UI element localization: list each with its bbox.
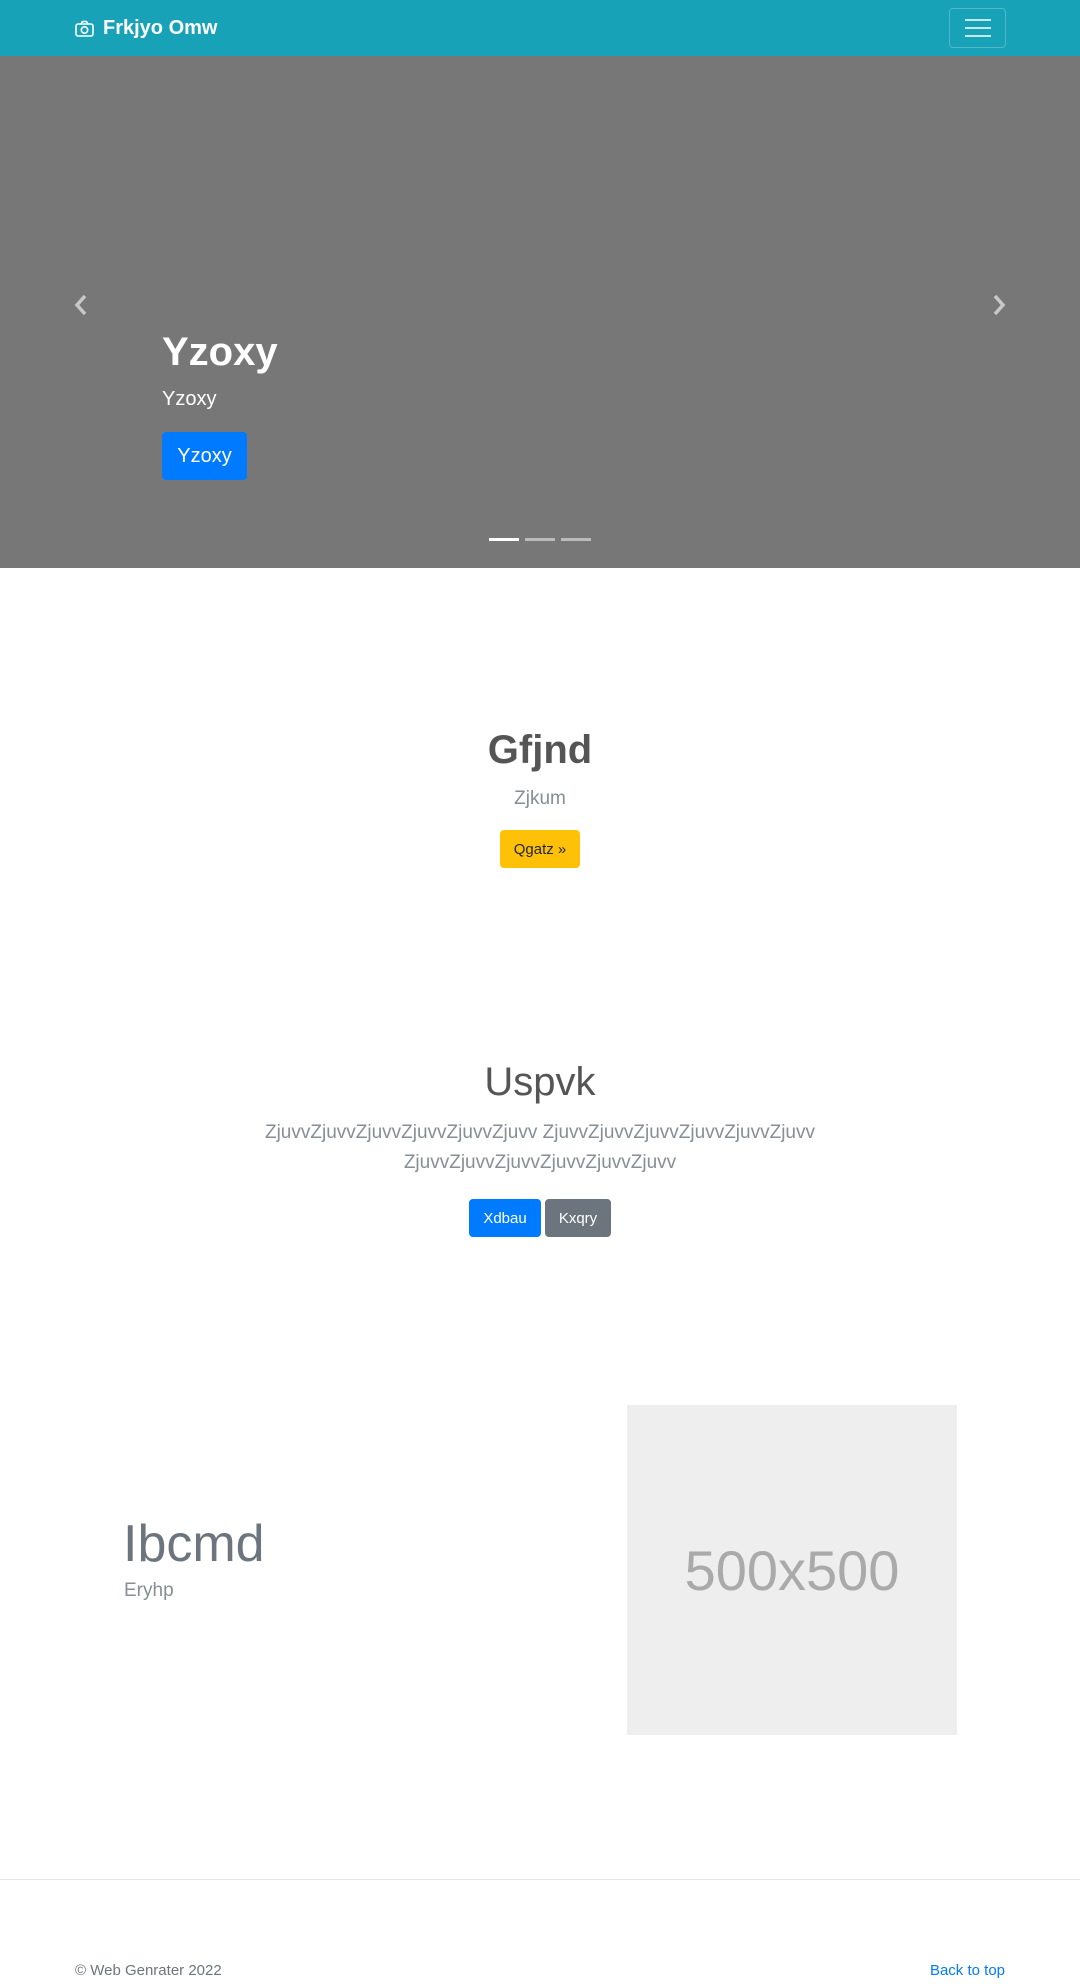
placeholder-image-label: 500x500 (684, 1538, 900, 1602)
footer-divider (0, 1879, 1080, 1880)
carousel-indicator[interactable] (525, 538, 555, 541)
section-three-title: Ibcmd (123, 1515, 265, 1573)
carousel-indicator[interactable] (489, 538, 519, 541)
carousel-next-button[interactable] (984, 290, 1014, 320)
chevron-left-icon (74, 294, 87, 316)
hero-carousel: Yzoxy Yzoxy Yzoxy (0, 56, 1080, 568)
hamburger-icon-bar (964, 35, 991, 37)
navbar-brand[interactable]: Frkjyo Omw (75, 14, 217, 42)
carousel-caption-button[interactable]: Yzoxy (162, 432, 247, 480)
carousel-prev-button[interactable] (66, 290, 96, 320)
chevron-right-icon (993, 294, 1006, 316)
brand-label: Frkjyo Omw (103, 16, 218, 39)
top-navbar: Frkjyo Omw (0, 0, 1080, 56)
section-three-subtitle: Eryhp (124, 1580, 174, 1601)
section-two-primary-button[interactable]: Xdbau (469, 1199, 541, 1237)
section-one-subtitle: Zjkum (514, 788, 566, 809)
section-two-secondary-button[interactable]: Kxqry (545, 1199, 611, 1237)
section-two-text: ZjuvvZjuvvZjuvvZjuvvZjuvvZjuvv ZjuvvZjuv… (264, 1122, 815, 1173)
navbar-toggler-button[interactable] (949, 8, 1006, 48)
section-two-title: Uspvk (484, 1060, 596, 1104)
carousel-caption-title: Yzoxy (162, 330, 278, 374)
back-to-top-link[interactable]: Back to top (930, 1962, 1005, 1979)
hamburger-icon-bar (964, 27, 991, 29)
carousel-indicator[interactable] (561, 538, 591, 541)
section-one-title: Gfjnd (487, 728, 593, 772)
placeholder-image: 500x500 (627, 1405, 957, 1735)
carousel-caption-subtitle: Yzoxy (162, 388, 217, 410)
camera-icon (75, 20, 94, 37)
carousel-indicators (489, 538, 591, 541)
footer-copyright: © Web Genrater 2022 (75, 1962, 222, 1979)
hamburger-icon-bar (964, 19, 991, 21)
section-one-button[interactable]: Qgatz » (500, 830, 580, 868)
